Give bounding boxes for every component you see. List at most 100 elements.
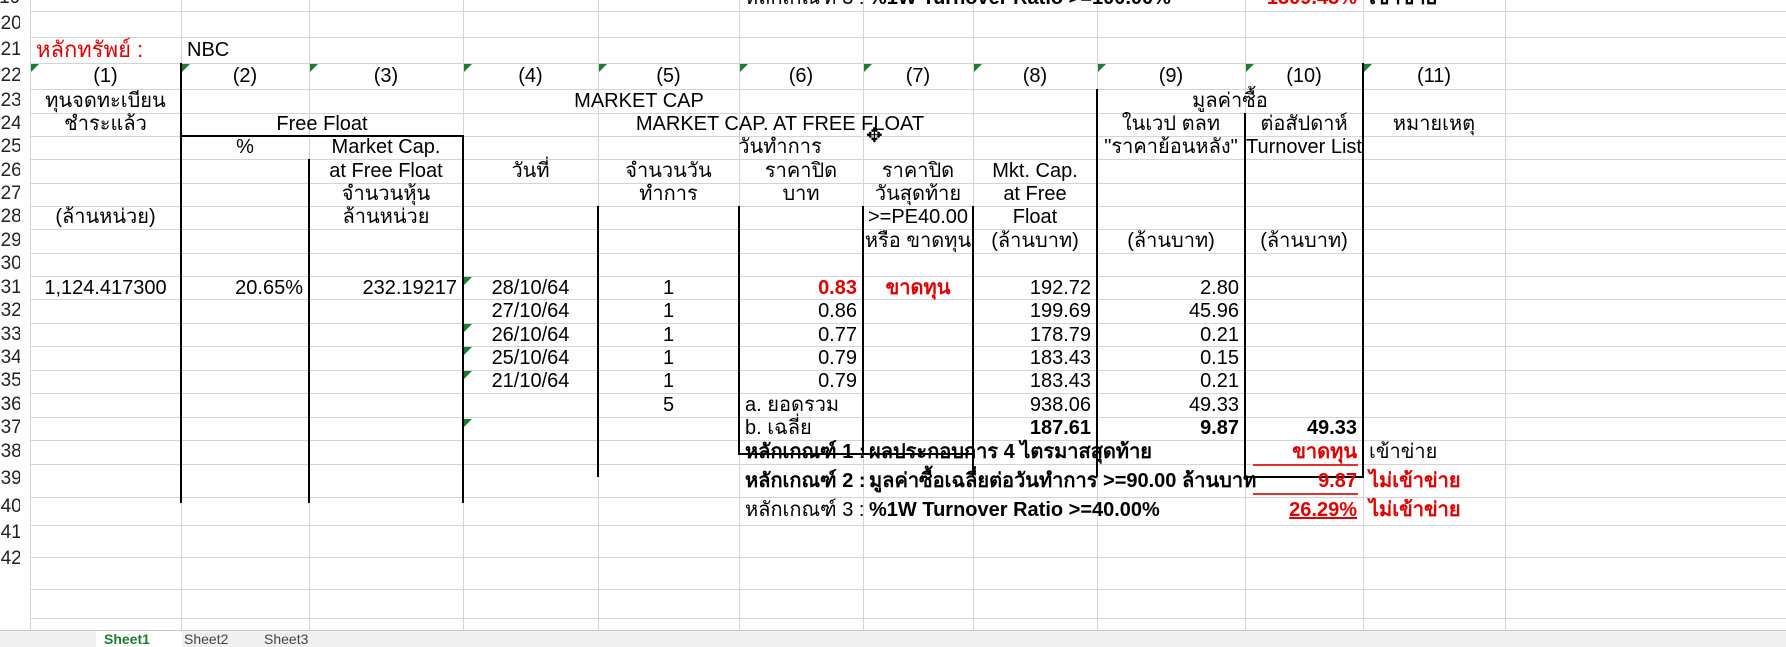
row-header[interactable]: 119 xyxy=(0,0,20,11)
header-paid-up-unit[interactable]: (ล้านหน่วย) xyxy=(30,204,181,230)
header-mc-ff[interactable]: ล้านหน่วย xyxy=(309,204,463,230)
header-last-close[interactable]: หรือ ขาดทุน xyxy=(863,228,973,254)
grid-line xyxy=(30,589,1786,590)
header-days[interactable]: ทำการ xyxy=(598,181,739,207)
avg-label[interactable]: b. เฉลี่ย xyxy=(739,415,973,441)
criterion-label[interactable]: หลักเกณฑ์ 1 : xyxy=(739,439,866,465)
trade-close[interactable]: 0.79 xyxy=(739,368,863,394)
row-header[interactable]: 135 xyxy=(0,368,20,394)
column-number[interactable]: (4) xyxy=(463,63,598,89)
avg-mktcap[interactable]: 187.61 xyxy=(973,415,1097,441)
criterion-underline xyxy=(1253,464,1358,466)
header-date[interactable]: วันที่ xyxy=(463,158,598,184)
tab-sheet3[interactable]: Sheet3 xyxy=(256,631,342,647)
trade-mktcap[interactable]: 199.69 xyxy=(973,298,1097,324)
row-header[interactable]: 139 xyxy=(0,466,20,492)
avg-value[interactable]: 9.87 xyxy=(1097,415,1245,441)
header-trading-days[interactable]: วันทำการ xyxy=(463,134,1097,160)
column-number[interactable]: (6) xyxy=(739,63,863,89)
tab-sheet2[interactable]: Sheet2 xyxy=(176,631,262,647)
criterion-label[interactable]: หลักเกณฑ์ 3 : xyxy=(739,0,864,11)
comment-marker xyxy=(310,64,318,72)
trade-days[interactable]: 1 xyxy=(598,368,739,394)
comment-marker xyxy=(1098,64,1106,72)
header-mktcap[interactable]: (ล้านบาท) xyxy=(973,228,1097,254)
criterion-value[interactable]: 9.87 xyxy=(1245,468,1363,494)
row-header[interactable]: 132 xyxy=(0,298,20,324)
comment-marker xyxy=(1246,64,1254,72)
column-number[interactable]: (8) xyxy=(973,63,1097,89)
column-number[interactable]: (7) xyxy=(863,63,973,89)
grid-line xyxy=(30,618,1786,619)
trade-value[interactable]: 0.21 xyxy=(1097,368,1245,394)
avg-weekly[interactable]: 49.33 xyxy=(1245,415,1363,441)
grid-line xyxy=(30,557,1786,558)
grid-line xyxy=(30,370,1786,371)
criterion-value[interactable]: ขาดทุน xyxy=(1245,439,1363,465)
trade-date[interactable]: 27/10/64 xyxy=(463,298,598,324)
trade-date[interactable]: 21/10/64 xyxy=(463,368,598,394)
paid-up-value[interactable]: 1,124.417300 xyxy=(30,275,181,301)
header-remarks[interactable]: หมายเหตุ xyxy=(1363,111,1505,137)
header-percent[interactable]: % xyxy=(181,134,309,160)
criterion-text[interactable]: %1W Turnover Ratio >=40.00% xyxy=(863,497,1245,523)
criterion-text[interactable]: %1W Turnover Ratio >=100.00% xyxy=(863,0,1245,11)
column-number[interactable]: (10) xyxy=(1245,63,1363,89)
free-float-percent[interactable]: 20.65% xyxy=(181,275,309,301)
comment-marker xyxy=(464,64,472,72)
criterion-status[interactable]: เข้าข่าย xyxy=(1363,0,1505,11)
criterion-value[interactable]: 1309.43% xyxy=(1245,0,1363,11)
row-header[interactable]: 141 xyxy=(0,520,20,546)
spreadsheet-grid[interactable]: 119 120 121 122 123 124 125 126 127 128 … xyxy=(0,0,1786,630)
column-number[interactable]: (3) xyxy=(309,63,463,89)
column-number[interactable]: (11) xyxy=(1363,63,1505,89)
header-mktcap[interactable]: Float xyxy=(973,204,1097,230)
row-header[interactable]: 137 xyxy=(0,415,20,441)
security-name[interactable]: NBC xyxy=(181,37,309,63)
free-float-shares[interactable]: 232.19217 xyxy=(309,275,463,301)
criterion-value[interactable]: 26.29% xyxy=(1245,497,1363,523)
row-header[interactable]: 130 xyxy=(0,251,20,277)
trade-value[interactable]: 45.96 xyxy=(1097,298,1245,324)
row-header[interactable]: 138 xyxy=(0,439,20,465)
header-mc-ff[interactable]: Market Cap. xyxy=(309,134,463,160)
criterion-status[interactable]: ไม่เข้าข่าย xyxy=(1363,497,1505,523)
criterion-text[interactable]: ผลประกอบการ 4 ไตรมาสสุดท้าย xyxy=(863,439,1245,465)
header-web-unit[interactable]: (ล้านบาท) xyxy=(1097,228,1245,254)
header-last-close[interactable]: >=PE40.00 xyxy=(863,204,973,230)
criterion-label[interactable]: หลักเกณฑ์ 3 : xyxy=(739,497,864,523)
total-days[interactable]: 5 xyxy=(598,392,739,418)
trade-close[interactable]: 0.86 xyxy=(739,298,863,324)
criterion-status[interactable]: ไม่เข้าข่าย xyxy=(1363,468,1505,494)
comment-marker xyxy=(974,64,982,72)
row-header[interactable]: 140 xyxy=(0,494,20,520)
header-close[interactable]: บาท xyxy=(739,181,863,207)
row-header[interactable]: 128 xyxy=(0,204,20,230)
header-weekly-unit[interactable]: (ล้านบาท) xyxy=(1245,228,1363,254)
column-number[interactable]: (9) xyxy=(1097,63,1245,89)
tab-sheet1[interactable]: Sheet1 xyxy=(96,631,182,647)
comment-marker xyxy=(740,64,748,72)
row-header[interactable]: 120 xyxy=(0,11,20,37)
row-header[interactable]: 125 xyxy=(0,134,20,160)
sheet-tab-bar: Sheet1 Sheet2 Sheet3 xyxy=(0,630,1786,647)
header-web[interactable]: "ราคาย้อนหลัง" xyxy=(1097,134,1245,160)
header-weekly[interactable]: Turnover List xyxy=(1245,134,1363,160)
grid-line xyxy=(30,323,1786,324)
column-number[interactable]: (2) xyxy=(181,63,309,89)
comment-marker xyxy=(182,64,190,72)
row-header[interactable]: 122 xyxy=(0,63,20,89)
header-paid-up[interactable]: ชำระแล้ว xyxy=(30,111,181,137)
column-number[interactable]: (1) xyxy=(30,63,181,89)
security-label[interactable]: หลักทรัพย์ : xyxy=(30,37,181,63)
column-number[interactable]: (5) xyxy=(598,63,739,89)
criterion-text[interactable]: มูลค่าซื้อเฉลี่ยต่อวันทำการ >=90.00 ล้าน… xyxy=(863,468,1256,494)
trade-flag[interactable]: ขาดทุน xyxy=(863,275,973,301)
row-header[interactable]: 121 xyxy=(0,37,20,63)
row-header[interactable]: 142 xyxy=(0,546,20,572)
criterion-status[interactable]: เข้าข่าย xyxy=(1363,439,1505,465)
criterion-label[interactable]: หลักเกณฑ์ 2 : xyxy=(739,468,866,494)
trade-mktcap[interactable]: 183.43 xyxy=(973,368,1097,394)
comment-marker xyxy=(1364,64,1372,72)
trade-days[interactable]: 1 xyxy=(598,298,739,324)
